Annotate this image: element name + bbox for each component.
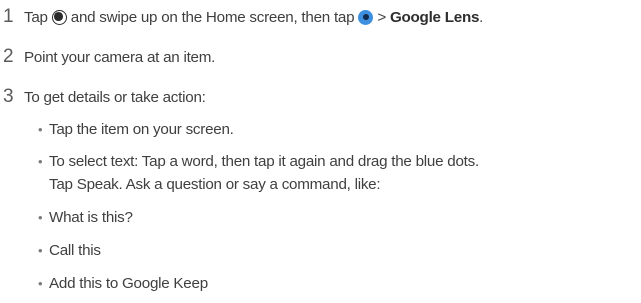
bullet-icon: • [38,243,43,258]
list-item: • What is this? [38,206,133,229]
bullet-text: Tap the item on your screen. [49,121,234,138]
list-item: • Tap the item on your screen. [38,118,234,141]
step-text-part: Tap [24,8,48,26]
menu-separator: > [377,8,386,26]
step-2: 2 Point your camera at an item. [0,45,215,69]
bullet-icon: • [38,276,43,291]
home-button-icon [51,9,67,25]
bullet-text: Add this to Google Keep [49,275,208,292]
bullet-text: Call this [49,242,101,259]
bullet-text: Tap Speak. Ask a question or say a comma… [49,176,381,193]
bullet-text: To select text: Tap a word, then tap it … [49,153,479,170]
list-item: • Add this to Google Keep [38,272,208,295]
step-text-part: . [479,8,484,26]
step-3: 3 To get details or take action: [0,85,206,109]
step-number: 3 [3,86,14,107]
bullet-text: What is this? [49,209,133,226]
step-text: Point your camera at an item. [24,48,216,66]
google-lens-label: Google Lens [389,8,480,26]
step-number: 1 [3,6,14,27]
step-number: 2 [3,46,14,67]
bullet-icon: • [38,122,43,137]
google-assistant-icon [358,9,374,25]
list-item: • To select text: Tap a word, then tap i… [38,150,479,196]
step-1: 1 Tap and swipe up on the Home screen, t… [0,5,483,29]
instruction-page: 1 Tap and swipe up on the Home screen, t… [0,0,641,303]
bullet-icon: • [38,210,43,225]
step-text: Tap and swipe up on the Home screen, the… [24,9,483,26]
step-text: To get details or take action: [24,88,206,106]
list-item: • Call this [38,239,101,262]
bullet-icon: • [38,154,43,169]
step-text-part: and swipe up on the Home screen, then ta… [70,8,355,26]
